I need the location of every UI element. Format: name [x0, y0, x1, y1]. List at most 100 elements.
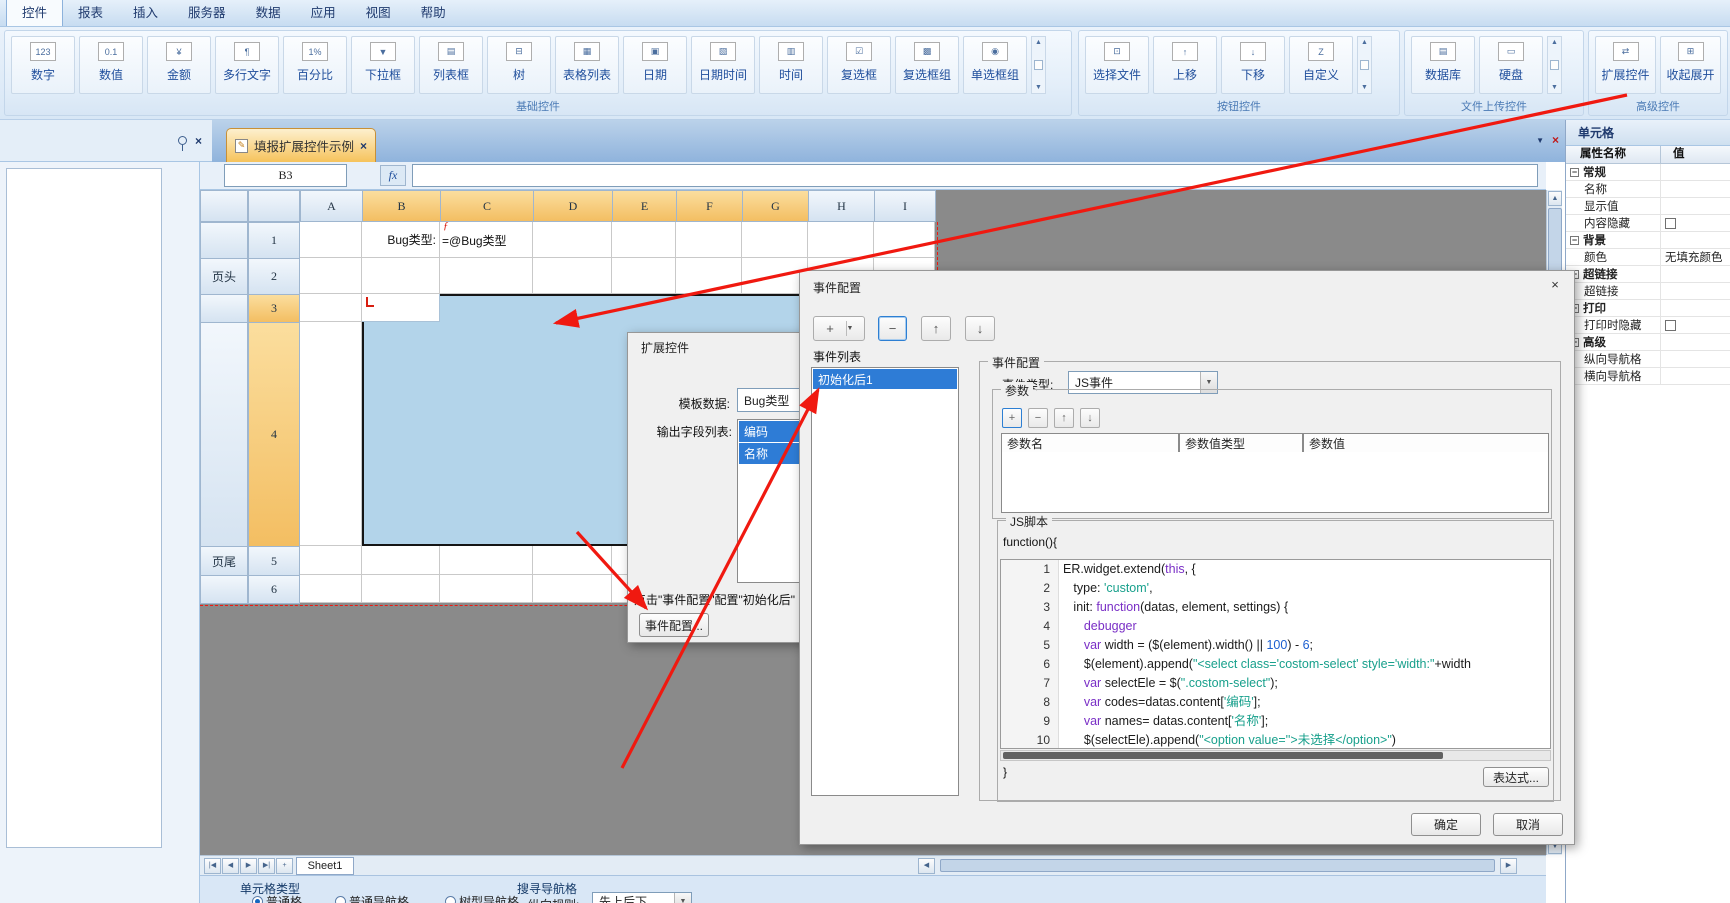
sheet-add-icon[interactable]: +	[276, 858, 293, 874]
ribbon-button-选择文件[interactable]: ⊡选择文件	[1085, 36, 1149, 94]
scroll-thumb[interactable]	[1360, 60, 1369, 70]
menu-tab-帮助[interactable]: 帮助	[406, 0, 461, 26]
sheet-tab[interactable]: Sheet1	[296, 857, 354, 875]
row-header-5[interactable]: 5	[248, 546, 300, 576]
move-param-down-button[interactable]: ↓	[1080, 408, 1100, 428]
ribbon-button-日期时间[interactable]: ▧日期时间	[691, 36, 755, 94]
scroll-down-icon[interactable]: ▼	[1361, 84, 1368, 91]
column-header-A[interactable]: A	[300, 190, 363, 222]
horizontal-scroll-thumb[interactable]	[940, 859, 1495, 872]
property-row-高级[interactable]: −高级	[1566, 334, 1730, 351]
property-value[interactable]	[1661, 218, 1730, 229]
cell-D1[interactable]	[533, 222, 612, 258]
property-row-超链接[interactable]: 超链接	[1566, 283, 1730, 300]
property-row-名称[interactable]: 名称	[1566, 181, 1730, 198]
property-row-打印时隐藏[interactable]: 打印时隐藏	[1566, 317, 1730, 334]
menu-tab-报表[interactable]: 报表	[63, 0, 118, 26]
code-line[interactable]: 2 type: 'custom',	[1001, 579, 1550, 598]
move-event-up-button[interactable]: ↑	[921, 316, 951, 341]
menu-tab-应用[interactable]: 应用	[296, 0, 351, 26]
cell-C5[interactable]	[440, 546, 533, 575]
ribbon-group-scrollbar[interactable]: ▲▼	[1031, 36, 1046, 94]
cell-B2[interactable]	[362, 258, 440, 294]
code-horizontal-scrollbar[interactable]	[1000, 750, 1551, 761]
ribbon-button-自定义[interactable]: Z自定义	[1289, 36, 1353, 94]
row-header-4[interactable]: 4	[248, 322, 300, 547]
expression-button[interactable]: 表达式...	[1483, 767, 1549, 787]
code-scroll-thumb[interactable]	[1003, 752, 1443, 759]
code-line[interactable]: 10 $(selectEle).append("<option value=''…	[1001, 731, 1550, 749]
ribbon-group-scrollbar[interactable]: ▲▼	[1547, 36, 1562, 94]
cell-I1[interactable]	[874, 222, 935, 258]
row-header-6[interactable]: 6	[248, 575, 300, 604]
ribbon-button-金额[interactable]: ¥金额	[147, 36, 211, 94]
property-value[interactable]	[1661, 320, 1730, 331]
ribbon-button-下拉框[interactable]: ▼下拉框	[351, 36, 415, 94]
add-event-button[interactable]: + ▼	[813, 316, 865, 341]
vertical-rule-select[interactable]: 先上后下 ▼	[592, 892, 692, 903]
cell-D6[interactable]	[533, 575, 612, 603]
property-row-常规[interactable]: −常规	[1566, 164, 1730, 181]
scroll-up-icon[interactable]: ▲	[1035, 39, 1042, 46]
radio-unselected-icon[interactable]	[445, 896, 456, 903]
code-line[interactable]: 7 var selectEle = $(".costom-select");	[1001, 674, 1550, 693]
scroll-thumb[interactable]	[1550, 60, 1559, 70]
code-line[interactable]: 6 $(element).append("<select class='cost…	[1001, 655, 1550, 674]
property-row-横向导航格[interactable]: 横向导航格	[1566, 368, 1730, 385]
cell-type-option-普通导航格[interactable]: 普通导航格	[335, 893, 409, 903]
tab-close-icon[interactable]: ×	[360, 140, 367, 152]
column-header-F[interactable]: F	[676, 190, 743, 222]
column-header-C[interactable]: C	[440, 190, 534, 222]
cell-G1[interactable]	[742, 222, 808, 258]
menu-tab-服务器[interactable]: 服务器	[173, 0, 241, 26]
scroll-left-icon[interactable]: ◀	[918, 858, 935, 874]
ribbon-button-扩展控件[interactable]: ⇄扩展控件	[1595, 36, 1656, 94]
menu-tab-插入[interactable]: 插入	[118, 0, 173, 26]
cell-D5[interactable]	[533, 546, 612, 575]
cell-C2[interactable]	[440, 258, 533, 294]
fx-formula-icon[interactable]: fx	[380, 165, 406, 186]
checkbox-unchecked[interactable]	[1665, 320, 1676, 331]
ribbon-button-复选框[interactable]: ☑复选框	[827, 36, 891, 94]
property-row-内容隐藏[interactable]: 内容隐藏	[1566, 215, 1730, 232]
column-header-E[interactable]: E	[612, 190, 677, 222]
ribbon-button-百分比[interactable]: 1%百分比	[283, 36, 347, 94]
column-header-G[interactable]: G	[742, 190, 809, 222]
cell-A2[interactable]	[300, 258, 362, 294]
property-row-颜色[interactable]: 颜色无填充颜色	[1566, 249, 1730, 266]
cell-F1[interactable]	[676, 222, 742, 258]
scroll-down-icon[interactable]: ▼	[1035, 84, 1042, 91]
property-value[interactable]: 无填充颜色	[1661, 249, 1730, 265]
menu-tab-数据[interactable]: 数据	[241, 0, 296, 26]
cell-D2[interactable]	[533, 258, 612, 294]
group-collapse-icon[interactable]: −	[1570, 236, 1579, 245]
code-line[interactable]: 1ER.widget.extend(this, {	[1001, 560, 1550, 579]
cell-B5[interactable]	[362, 546, 440, 575]
param-table-body[interactable]	[1001, 452, 1549, 513]
cell-c1-formula[interactable]: =@Bug类型	[442, 232, 507, 249]
ribbon-button-单选框组[interactable]: ◉单选框组	[963, 36, 1027, 94]
row-header-1[interactable]: 1	[248, 222, 300, 259]
sheet-first-icon[interactable]: |◀	[204, 858, 221, 874]
left-panel-close-icon[interactable]: ×	[195, 135, 202, 147]
column-header-H[interactable]: H	[808, 190, 875, 222]
code-line[interactable]: 3 init: function(datas, element, setting…	[1001, 598, 1550, 617]
move-event-down-button[interactable]: ↓	[965, 316, 995, 341]
ribbon-button-上移[interactable]: ↑上移	[1153, 36, 1217, 94]
ribbon-button-收起展开[interactable]: ⊞收起展开	[1660, 36, 1721, 94]
ribbon-button-下移[interactable]: ↓下移	[1221, 36, 1285, 94]
code-line[interactable]: 5 var width = ($(element).width() || 100…	[1001, 636, 1550, 655]
checkbox-unchecked[interactable]	[1665, 218, 1676, 229]
menu-tab-控件[interactable]: 控件	[6, 0, 63, 26]
cell-A5[interactable]	[300, 546, 362, 575]
event-config-button[interactable]: 事件配置...	[639, 613, 709, 637]
scroll-up-icon[interactable]: ▲	[1548, 191, 1562, 206]
column-header-I[interactable]: I	[874, 190, 936, 222]
ribbon-button-列表框[interactable]: ▤列表框	[419, 36, 483, 94]
tab-list-chevron-icon[interactable]: ▼	[1536, 136, 1544, 145]
column-header-D[interactable]: D	[533, 190, 613, 222]
radio-unselected-icon[interactable]	[335, 896, 346, 903]
scroll-up-icon[interactable]: ▲	[1551, 39, 1558, 46]
radio-selected-icon[interactable]	[252, 896, 263, 903]
cell-E2[interactable]	[612, 258, 676, 294]
